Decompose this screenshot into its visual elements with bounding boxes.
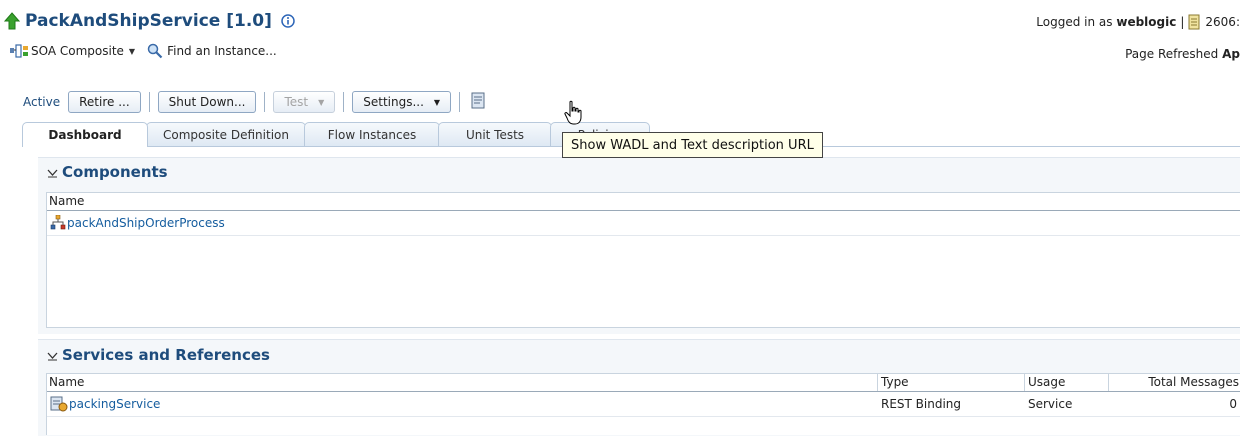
page-refreshed-value: Ap — [1222, 47, 1240, 61]
shut-down-button[interactable]: Shut Down... — [157, 91, 257, 113]
table-row[interactable]: packAndShipOrderProcess — [47, 211, 1240, 236]
process-icon — [50, 215, 66, 230]
retire-button[interactable]: Retire ... — [68, 91, 141, 113]
column-separator — [1108, 374, 1109, 391]
soa-composite-label: SOA Composite — [31, 44, 124, 58]
chevron-down-icon: ▼ — [433, 97, 441, 107]
component-link[interactable]: packAndShipOrderProcess — [50, 215, 225, 230]
logged-in-label: Logged in as — [1036, 15, 1113, 29]
table-header: Name — [47, 193, 1240, 211]
composite-icon — [10, 44, 28, 58]
column-header-usage[interactable]: Usage — [1028, 375, 1065, 389]
header-menu-row: SOA Composite ▼ Find an Instance... — [10, 42, 277, 60]
service-icon — [50, 396, 68, 412]
composite-toolbar: Active Retire ... Shut Down... Test ▼ Set… — [23, 89, 488, 115]
test-button[interactable]: Test ▼ — [273, 91, 336, 113]
tab-composite-definition[interactable]: Composite Definition — [146, 122, 306, 147]
column-separator — [877, 374, 878, 391]
settings-button[interactable]: Settings... ▼ — [352, 91, 452, 113]
component-name: packAndShipOrderProcess — [67, 215, 225, 230]
services-title: Services and References — [62, 346, 270, 364]
services-header[interactable]: Services and References — [47, 346, 270, 364]
table-row[interactable]: packingService REST Binding Service 0 — [47, 392, 1240, 417]
info-icon[interactable] — [281, 14, 295, 28]
toolbar-separator — [264, 92, 266, 112]
page-refreshed-label: Page Refreshed — [1125, 47, 1219, 61]
search-icon — [147, 43, 163, 59]
up-arrow-icon[interactable] — [4, 12, 20, 30]
toolbar-separator — [459, 92, 461, 112]
composite-state: Active — [23, 95, 61, 109]
column-separator — [1024, 374, 1025, 391]
collapse-icon — [47, 352, 58, 360]
tab-unit-tests[interactable]: Unit Tests — [438, 122, 552, 147]
hand-cursor-icon — [564, 100, 582, 125]
components-title: Components — [62, 163, 168, 181]
table-header: Name Type Usage Total Messages — [47, 374, 1240, 392]
login-info: Logged in as weblogic | 2606: — [1036, 14, 1240, 30]
session-id: 2606: — [1205, 15, 1240, 29]
find-instance-label: Find an Instance... — [167, 44, 277, 58]
tab-flow-instances[interactable]: Flow Instances — [304, 122, 440, 147]
chevron-down-icon: ▼ — [318, 97, 325, 107]
soa-composite-menu[interactable]: SOA Composite ▼ — [10, 44, 147, 58]
tab-dashboard[interactable]: Dashboard — [22, 122, 148, 147]
column-header-total-messages[interactable]: Total Messages — [1148, 375, 1239, 389]
wadl-description-icon[interactable] — [470, 92, 488, 112]
service-name: packingService — [69, 397, 161, 411]
collapse-icon — [47, 169, 58, 177]
find-instance-link[interactable]: Find an Instance... — [147, 43, 277, 59]
page-icon — [1188, 14, 1200, 30]
components-table: Name packAndShipOrderProcess — [46, 192, 1240, 328]
service-usage: Service — [1028, 397, 1073, 411]
column-header-type[interactable]: Type — [881, 375, 909, 389]
chevron-down-icon: ▼ — [128, 46, 136, 56]
column-header-name[interactable]: Name — [49, 194, 84, 208]
service-link[interactable]: packingService — [50, 396, 160, 412]
column-header-name[interactable]: Name — [49, 375, 84, 389]
service-type: REST Binding — [881, 397, 962, 411]
username[interactable]: weblogic — [1116, 15, 1176, 29]
page-title: PackAndShipService [1.0] — [25, 11, 272, 31]
page-refreshed: Page Refreshed Ap — [1125, 47, 1240, 61]
tooltip: Show WADL and Text description URL — [562, 132, 823, 158]
service-total-messages: 0 — [1229, 397, 1237, 411]
test-label: Test — [284, 95, 309, 109]
title-row: PackAndShipService [1.0] — [4, 10, 295, 32]
settings-label: Settings... — [363, 95, 424, 109]
components-header[interactable]: Components — [47, 163, 168, 181]
toolbar-separator — [148, 92, 150, 112]
toolbar-separator — [343, 92, 345, 112]
services-table: Name Type Usage Total Messages packingSe… — [46, 373, 1240, 435]
